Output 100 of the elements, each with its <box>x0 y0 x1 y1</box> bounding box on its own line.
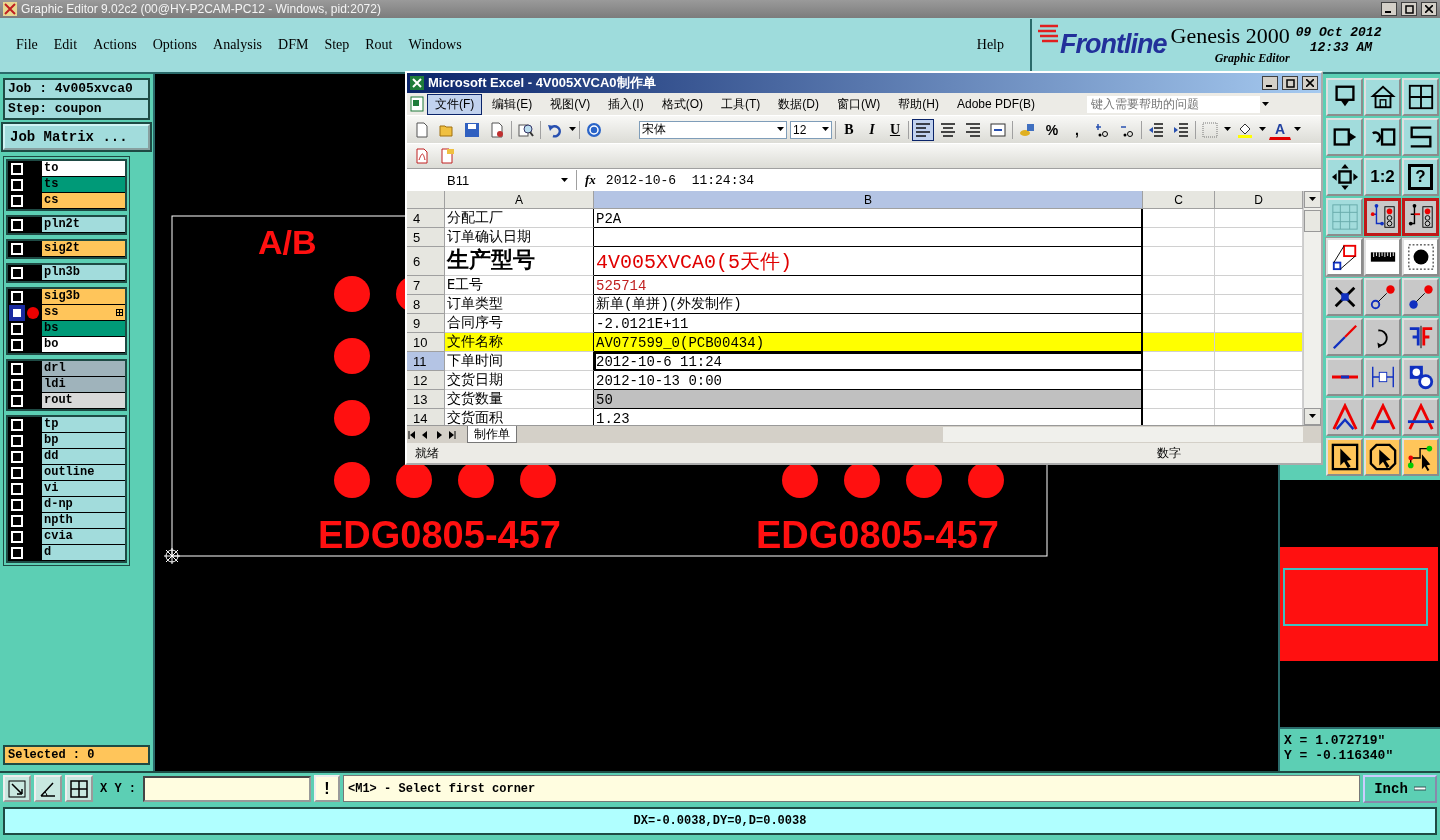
menu-item[interactable]: Actions <box>85 35 145 55</box>
comma-button[interactable]: , <box>1066 118 1088 141</box>
row-header[interactable]: 7 <box>407 276 445 295</box>
row-header[interactable]: 12 <box>407 371 445 390</box>
row-header[interactable]: 8 <box>407 295 445 314</box>
connector-button[interactable] <box>1402 278 1439 316</box>
scroll-up-button[interactable] <box>1304 191 1321 208</box>
layer-name[interactable]: rout <box>42 393 125 409</box>
row-header[interactable]: 4 <box>407 209 445 228</box>
monitor-button[interactable] <box>1326 78 1363 116</box>
line-button[interactable] <box>1326 318 1363 356</box>
layer-name[interactable]: ts <box>42 177 125 193</box>
scroll-thumb[interactable] <box>1304 210 1321 232</box>
row-header[interactable]: 6 <box>407 247 445 276</box>
maximize-button[interactable] <box>1401 2 1417 16</box>
layer-name[interactable]: sig2t <box>42 241 125 257</box>
layer-name[interactable]: outline <box>42 465 125 481</box>
layer-name[interactable]: dd <box>42 449 125 465</box>
window-grid-button[interactable] <box>1402 78 1439 116</box>
pointer-button[interactable] <box>1326 438 1363 476</box>
circuit-button[interactable] <box>1402 198 1439 236</box>
layer-name[interactable]: bs <box>42 321 125 337</box>
horizontal-scrollbar[interactable] <box>943 427 1303 442</box>
font-color-button[interactable]: A <box>1269 119 1291 140</box>
move-arrows-button[interactable] <box>1326 158 1363 196</box>
menu-item[interactable]: 视图(V) <box>542 93 599 115</box>
pointer-button[interactable] <box>1364 438 1401 476</box>
layer-name[interactable]: tp <box>42 417 125 433</box>
column-header[interactable]: B <box>594 191 1143 209</box>
layer-name[interactable]: bp <box>42 433 125 449</box>
menu-item[interactable]: Windows <box>400 35 470 55</box>
format-button[interactable]: B <box>839 119 859 140</box>
grid-snap-button[interactable] <box>65 775 93 802</box>
row-header[interactable]: 11 <box>407 352 445 371</box>
sheet-tab[interactable]: 制作单 <box>467 426 517 443</box>
shapes-button[interactable] <box>1326 238 1363 276</box>
rotate-button[interactable] <box>1364 318 1401 356</box>
scroll-down-button[interactable] <box>1304 408 1321 425</box>
function-button[interactable]: fx <box>585 172 596 188</box>
undo-box-button[interactable] <box>1364 118 1401 156</box>
mirror-button[interactable] <box>1402 318 1439 356</box>
scale-button[interactable]: 1:2 <box>1364 158 1401 196</box>
menu-item[interactable]: DFM <box>270 35 317 55</box>
row-header[interactable]: 10 <box>407 333 445 352</box>
maximize-button[interactable] <box>1282 76 1298 90</box>
xy-input-field[interactable] <box>143 775 311 802</box>
column-header[interactable]: C <box>1143 191 1215 209</box>
layer-name[interactable]: ss <box>42 305 125 321</box>
menu-item[interactable]: 插入(I) <box>600 93 652 115</box>
units-dropdown[interactable]: Inch <box>1363 774 1437 803</box>
layer-checkbox[interactable] <box>11 307 23 319</box>
row-header[interactable]: 5 <box>407 228 445 247</box>
cross-button[interactable] <box>1326 278 1363 316</box>
menu-item[interactable]: 文件(F) <box>427 93 483 115</box>
menu-item[interactable]: 窗口(W) <box>829 93 889 115</box>
menu-item[interactable]: 工具(T) <box>713 93 769 115</box>
menu-item[interactable]: Rout <box>357 35 401 55</box>
menu-item[interactable]: Step <box>316 35 358 55</box>
column-header[interactable]: A <box>445 191 594 209</box>
name-box[interactable]: B11 <box>407 170 577 190</box>
menu-item[interactable]: 格式(O) <box>653 93 711 115</box>
connector-button[interactable] <box>1364 278 1401 316</box>
layer-name[interactable]: pln3b <box>42 265 125 281</box>
column-header[interactable]: D <box>1215 191 1303 209</box>
circuit-button[interactable] <box>1364 198 1401 236</box>
measure-button[interactable] <box>1364 358 1401 396</box>
format-button[interactable]: I <box>862 119 882 140</box>
ruler-button[interactable] <box>1364 238 1401 276</box>
help-button[interactable]: ? <box>1402 158 1439 196</box>
angle-button[interactable] <box>34 775 62 802</box>
work-layer-dot[interactable] <box>27 307 39 319</box>
house-button[interactable] <box>1364 78 1401 116</box>
snap-button[interactable] <box>3 775 31 802</box>
layer-name[interactable]: npth <box>42 513 125 529</box>
job-matrix-button[interactable]: Job Matrix ... <box>3 124 150 150</box>
box-arrow-button[interactable] <box>1326 118 1363 156</box>
close-button[interactable] <box>1421 2 1437 16</box>
percent-button[interactable]: % <box>1041 118 1063 141</box>
help-search-field[interactable]: 键入需要帮助的问题 <box>1087 95 1260 113</box>
alert-button[interactable]: ! <box>314 775 340 802</box>
minimize-button[interactable] <box>1381 2 1397 16</box>
align-left-button[interactable] <box>912 118 934 141</box>
triangle-button[interactable] <box>1402 398 1439 436</box>
minimize-button[interactable] <box>1262 76 1278 90</box>
line-button[interactable] <box>1326 358 1363 396</box>
row-header[interactable]: 13 <box>407 390 445 409</box>
menu-item[interactable]: Analysis <box>205 35 271 55</box>
menu-item[interactable]: Options <box>144 35 206 55</box>
menu-item[interactable]: File <box>8 35 46 55</box>
layer-name[interactable]: d <box>42 545 125 561</box>
layer-name[interactable]: d-np <box>42 497 125 513</box>
menu-item[interactable]: 编辑(E) <box>484 93 541 115</box>
format-button[interactable]: U <box>885 119 905 140</box>
formula-field[interactable]: 2012-10-6 11:24:34 <box>605 172 755 188</box>
menu-item[interactable]: 帮助(H) <box>890 93 947 115</box>
dot-button[interactable] <box>1402 238 1439 276</box>
triangle-button[interactable] <box>1364 398 1401 436</box>
layer-name[interactable]: to <box>42 161 125 177</box>
font-dropdown[interactable]: 宋体 <box>639 120 787 139</box>
layer-name[interactable]: vi <box>42 481 125 497</box>
